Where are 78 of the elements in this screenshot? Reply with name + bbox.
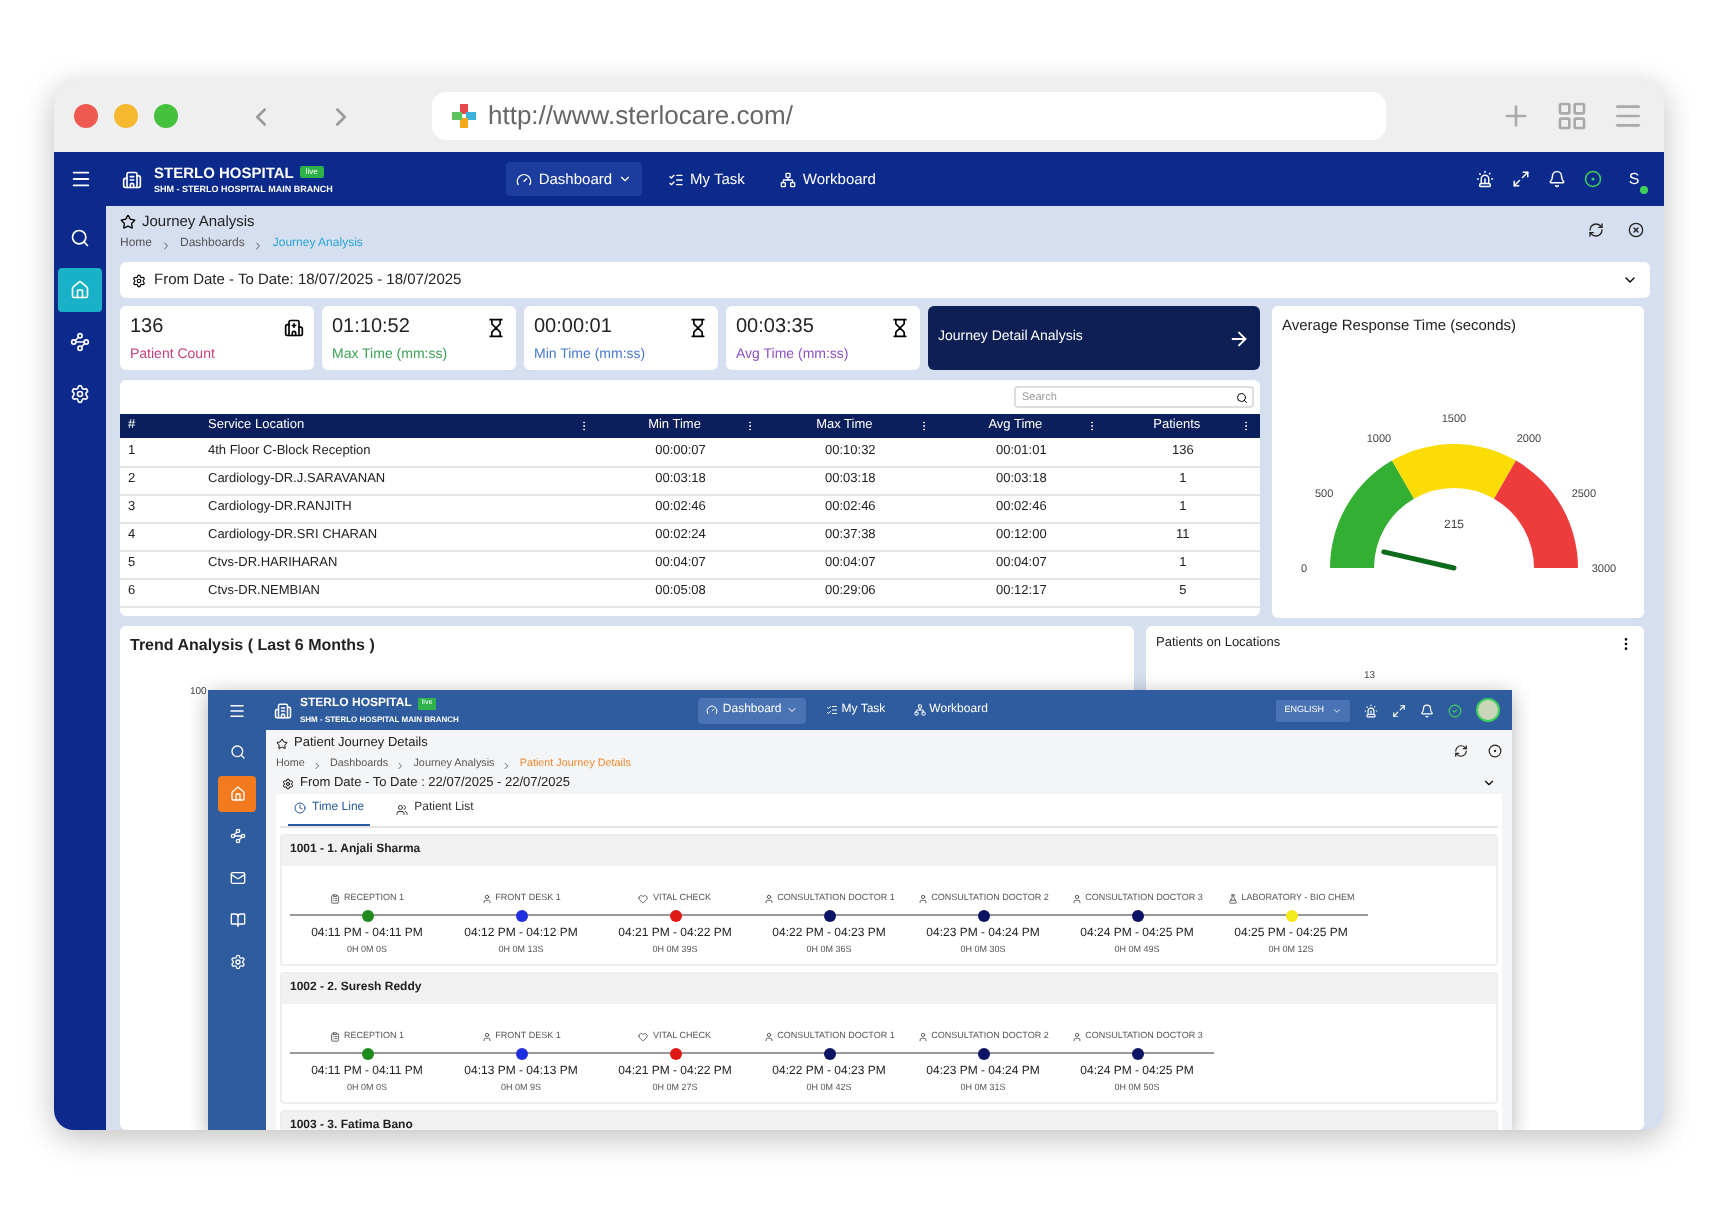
bell-icon[interactable] bbox=[1548, 170, 1566, 188]
alert-icon[interactable] bbox=[1364, 703, 1378, 717]
mail-icon bbox=[229, 870, 245, 886]
person-icon bbox=[763, 893, 774, 903]
gauge-low-band bbox=[1330, 461, 1414, 569]
url-text: http://www.sterlocare.com/ bbox=[488, 98, 793, 135]
gauge-icon bbox=[516, 171, 533, 187]
url-bar[interactable]: http://www.sterlocare.com/ bbox=[432, 92, 1386, 140]
checklist-icon bbox=[668, 171, 685, 187]
settings-icon bbox=[229, 954, 245, 970]
site-logo-icon bbox=[452, 104, 476, 128]
refresh-icon[interactable] bbox=[1588, 222, 1604, 238]
expand-icon[interactable] bbox=[1392, 703, 1406, 717]
hourglass-icon bbox=[890, 317, 910, 337]
caret-icon bbox=[1332, 705, 1342, 715]
menu-icon[interactable] bbox=[228, 701, 246, 719]
person-icon bbox=[763, 1031, 774, 1042]
arrow-icon bbox=[1228, 327, 1250, 349]
stat-value: 00:00:01 bbox=[534, 314, 612, 342]
search-icon bbox=[70, 228, 90, 248]
book-icon bbox=[229, 912, 245, 928]
chevron-icon bbox=[252, 239, 265, 252]
person-icon bbox=[917, 1031, 928, 1042]
stat-value: 136 bbox=[130, 314, 164, 342]
refresh-icon[interactable] bbox=[1454, 744, 1468, 758]
search-icon bbox=[1236, 391, 1248, 403]
close-icon[interactable] bbox=[1628, 222, 1644, 238]
building-icon bbox=[274, 701, 292, 719]
stat-value: 01:10:52 bbox=[332, 314, 410, 342]
people-icon bbox=[396, 803, 409, 815]
expand-icon[interactable] bbox=[1512, 170, 1530, 188]
chevron-icon bbox=[1482, 776, 1496, 791]
close-icon[interactable] bbox=[1488, 744, 1502, 758]
search-icon bbox=[229, 744, 245, 760]
person-icon bbox=[481, 1031, 492, 1042]
home-icon bbox=[229, 786, 245, 802]
clipboard-icon bbox=[329, 1031, 340, 1042]
chevron-icon bbox=[395, 759, 407, 770]
settings-icon bbox=[70, 384, 90, 404]
person-icon bbox=[1071, 893, 1082, 903]
alert-icon[interactable] bbox=[1476, 170, 1494, 188]
menu-icon[interactable] bbox=[69, 168, 91, 190]
building-icon bbox=[122, 169, 142, 189]
person-icon bbox=[917, 893, 928, 903]
person-icon bbox=[1071, 1031, 1082, 1042]
star-icon[interactable] bbox=[276, 737, 288, 750]
chevron-icon bbox=[160, 239, 173, 252]
chevron-icon bbox=[312, 759, 323, 770]
stat-value: 00:03:35 bbox=[736, 314, 814, 342]
chevron-icon bbox=[1622, 272, 1638, 288]
status-icon[interactable] bbox=[1584, 170, 1602, 188]
status-icon[interactable] bbox=[1448, 703, 1462, 717]
caret-icon bbox=[785, 704, 798, 716]
route-icon bbox=[70, 332, 90, 352]
heart-icon bbox=[638, 893, 649, 903]
network-icon bbox=[913, 704, 926, 716]
network-icon bbox=[780, 171, 797, 187]
heart-icon bbox=[638, 1031, 649, 1042]
bell-icon[interactable] bbox=[1420, 703, 1434, 717]
trend-title: Trend Analysis ( Last 6 Months ) bbox=[130, 634, 377, 658]
star-icon[interactable] bbox=[120, 213, 136, 230]
person-icon bbox=[481, 893, 492, 903]
settings-icon bbox=[282, 777, 294, 790]
hourglass-icon bbox=[688, 317, 708, 337]
clipboard-icon bbox=[329, 893, 340, 903]
caret-icon bbox=[618, 172, 633, 186]
settings-icon bbox=[132, 273, 146, 287]
clock-icon bbox=[294, 802, 306, 814]
gauge-mid-band bbox=[1392, 444, 1516, 500]
user-avatar[interactable] bbox=[1476, 698, 1500, 722]
hospital-icon bbox=[284, 317, 304, 337]
flask-icon bbox=[1227, 893, 1238, 903]
close-window-icon[interactable] bbox=[74, 104, 98, 128]
route-icon bbox=[229, 828, 245, 844]
chevron-icon bbox=[501, 759, 513, 770]
gauge-icon bbox=[706, 704, 719, 716]
home-icon bbox=[70, 280, 90, 300]
hourglass-icon bbox=[486, 317, 506, 337]
